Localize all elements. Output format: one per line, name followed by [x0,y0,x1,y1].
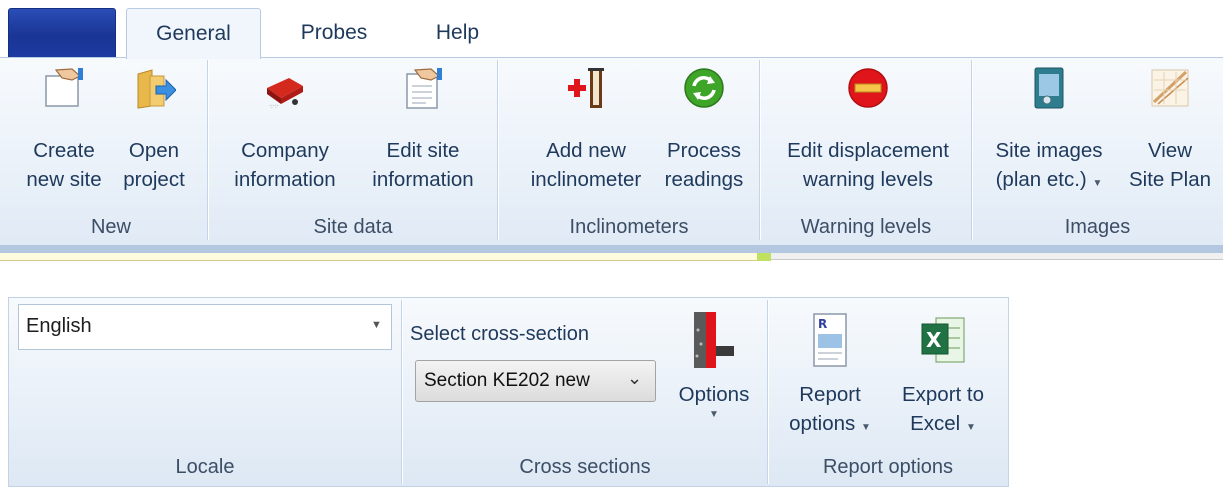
process-readings-label: Process readings [664,139,744,191]
process-refresh-icon [684,68,724,108]
tab-general[interactable]: General [126,8,261,59]
cross-section-dropdown[interactable]: Section KE202 new [415,360,656,402]
site-images-button[interactable]: Site images (plan etc.) ▼ [984,66,1114,198]
excel-icon: X [921,317,965,363]
add-new-inclinometer-button[interactable]: Add new inclinometer [522,66,650,194]
dropdown-arrow-icon: ▼ [1092,178,1103,189]
cross-section-options-icon [694,312,734,368]
open-project-button[interactable]: Open project [112,66,196,194]
group-label-new: New [90,216,131,238]
group-label-site-data: Site data [313,216,393,238]
open-folder-icon [137,69,176,109]
group-label-inclinometers: Inclinometers [569,216,689,238]
edit-site-information-button[interactable]: Edit site information [356,66,490,194]
tab-label: Probes [300,21,368,44]
cross-section-options-label: Options [678,383,750,406]
company-information-button[interactable]: ·:·:· Company information [220,66,350,194]
export-to-excel-label: Export to Excel ▼ [901,383,985,435]
content-highlight-strip [0,253,760,261]
add-new-inclinometer-label: Add new inclinometer [530,139,642,191]
application-menu-button[interactable] [8,8,116,58]
edit-displacement-warning-levels-label: Edit displacement warning levels [787,139,949,191]
view-site-plan-label: View Site Plan [1128,139,1212,191]
company-building-icon: ·:·:· [267,78,303,110]
create-new-site-button[interactable]: Create new site [18,66,110,194]
warning-stop-icon [848,68,888,108]
report-document-icon: R [813,313,847,367]
site-images-icon [1034,67,1064,109]
report-options-label: Report options ▼ [789,383,871,435]
process-readings-button[interactable]: Process readings [652,66,756,194]
tab-help[interactable]: Help [410,8,505,58]
ribbon-bottom-border [0,245,1223,253]
report-options-button[interactable]: R Report options ▼ [778,310,882,442]
group-separator [207,60,208,240]
cross-section-options-button[interactable]: Options ▼ [666,310,762,420]
tab-probes[interactable]: Probes [280,8,388,58]
dropdown-arrow-icon: ▼ [860,422,871,433]
site-plan-icon [1151,69,1189,107]
edit-site-information-label: Edit site information [372,139,474,191]
dropdown-arrow-icon: ▼ [965,422,976,433]
site-images-label: Site images (plan etc.) ▼ [995,139,1103,191]
group-label-cross-sections: Cross sections [519,456,651,478]
add-inclinometer-icon [568,68,604,108]
svg-text:X: X [926,328,942,352]
new-site-hand-icon [45,68,83,107]
locale-dropdown[interactable]: English [18,304,392,350]
tab-label: General [156,22,231,45]
locale-selected-value: English [26,315,92,337]
group-label-report-options: Report options [822,456,954,478]
svg-text:·:·:·: ·:·:· [269,103,279,110]
group-label-warning-levels: Warning levels [800,216,932,238]
group-label-images: Images [1064,216,1131,238]
content-marker [757,253,771,261]
create-new-site-label: Create new site [26,139,102,191]
svg-text:R: R [818,317,827,331]
tab-label: Help [435,21,480,44]
chevron-down-icon: ⌄ [627,368,643,388]
company-information-label: Company information [234,139,336,191]
select-cross-section-label: Select cross-section [410,323,589,345]
group-separator [971,60,972,240]
cross-section-selected-value: Section KE202 new [424,370,590,391]
edit-document-hand-icon [406,68,442,109]
dropdown-arrow-icon: ▼ [709,409,719,420]
group-separator [497,60,498,240]
edit-displacement-warning-levels-button[interactable]: Edit displacement warning levels [768,66,968,194]
group-separator [759,60,760,240]
group-label-locale: Locale [175,456,235,478]
view-site-plan-button[interactable]: View Site Plan [1120,66,1220,194]
chevron-down-icon: ▼ [371,319,382,331]
open-project-label: Open project [123,139,185,191]
export-to-excel-button[interactable]: X Export to Excel ▼ [888,310,998,442]
